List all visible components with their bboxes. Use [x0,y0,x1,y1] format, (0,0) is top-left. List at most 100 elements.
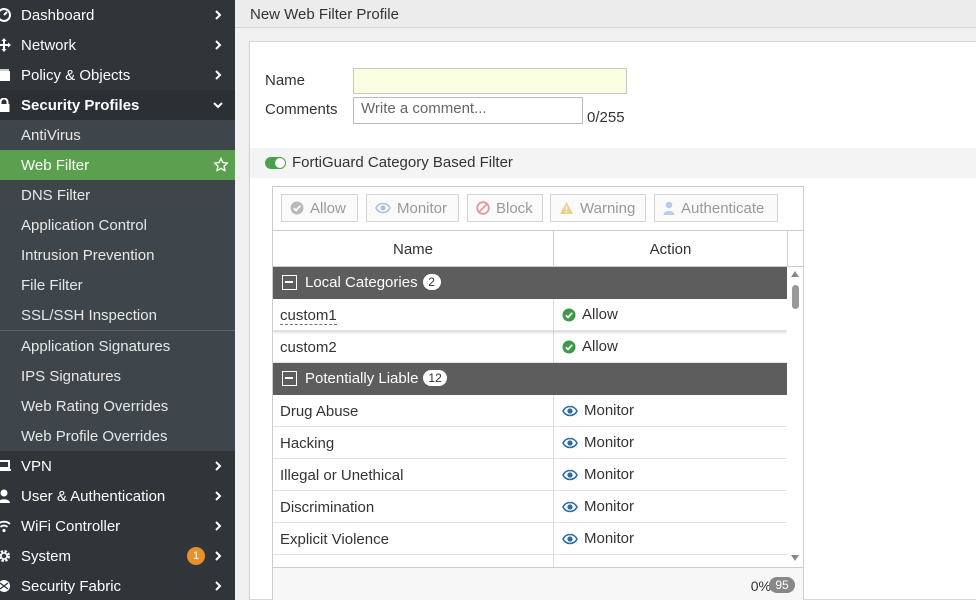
category-name: Explicit Violence [280,531,389,548]
chevron-right-icon [215,70,222,80]
chevron-right-icon [215,10,222,20]
column-divider [553,459,554,491]
column-divider [553,427,554,459]
toggle-knob [275,158,285,168]
chevron-right-icon [215,461,222,471]
category-action-label: Allow [582,306,618,323]
eye-icon [375,202,391,214]
nav-vpn[interactable]: VPN [0,451,235,481]
nav-system[interactable]: System 1 [0,541,235,571]
block-button[interactable]: Block [467,194,543,222]
warning-button[interactable]: Warning [550,194,646,222]
monitor-button-label: Monitor [397,199,448,217]
nav-policy-objects[interactable]: Policy & Objects [0,60,235,90]
check-circle-icon [562,308,576,321]
nav-user-auth-label: User & Authentication [21,487,166,505]
nav-antivirus[interactable]: AntiVirus [0,120,235,150]
category-name: Discrimination [280,499,375,516]
nav-wifi-label: WiFi Controller [21,517,121,535]
eye-icon [562,533,578,544]
nav-security-fabric[interactable]: Security Fabric [0,571,235,600]
nav-dns-filter[interactable]: DNS Filter [0,180,235,210]
comments-char-count: 0/255 [587,109,625,126]
nav-web-rating-overrides[interactable]: Web Rating Overrides [0,391,235,421]
comments-input[interactable] [353,97,583,124]
table-row[interactable]: Illegal or Unethical Monitor [273,459,787,491]
collapse-icon[interactable] [282,371,297,386]
table-row[interactable]: Discrimination Monitor [273,491,787,523]
vertical-scrollbar[interactable] [787,267,803,567]
category-action-label: Monitor [584,498,635,515]
group-row-local-categories[interactable]: Local Categories 2 [273,267,787,299]
lock-icon [0,97,12,113]
nav-application-signatures[interactable]: Application Signatures [0,331,235,361]
nav-intrusion-prevention-label: Intrusion Prevention [21,246,155,264]
collapse-icon[interactable] [282,275,297,290]
total-count-badge: 95 [769,577,795,593]
category-name: custom2 [280,339,337,356]
nav-network-label: Network [21,36,77,54]
category-action-label: Allow [582,338,618,355]
table-body: Local Categories 2 custom1 Allow custom2 … [273,267,787,567]
star-icon[interactable] [213,157,229,173]
category-action-label: Monitor [584,402,635,419]
dashboard-icon [0,7,12,23]
nav-web-profile-overrides[interactable]: Web Profile Overrides [0,421,235,451]
nav-user-authentication[interactable]: User & Authentication [0,481,235,511]
nav-dashboard-label: Dashboard [21,6,95,24]
table-row[interactable]: Explicit Violence Monitor [273,523,787,555]
scrollbar-thumb[interactable] [792,285,799,309]
nav-ips-signatures-label: IPS Signatures [21,367,122,385]
nav-web-filter[interactable]: Web Filter [0,150,235,180]
nav-network[interactable]: Network [0,30,235,60]
allow-button-label: Allow [310,199,346,217]
column-divider [553,395,554,427]
scroll-up-arrow-icon[interactable] [791,271,799,277]
nav-intrusion-prevention[interactable]: Intrusion Prevention [0,240,235,270]
nav-application-control[interactable]: Application Control [0,210,235,240]
table-row[interactable]: custom2 Allow [273,331,787,363]
nav-dashboard[interactable]: Dashboard [0,0,235,30]
nav-security-fabric-label: Security Fabric [21,577,122,595]
fortiguard-filter-toggle[interactable] [265,157,286,169]
column-header-action[interactable]: Action [554,231,788,267]
nav-wifi-controller[interactable]: WiFi Controller [0,511,235,541]
authenticate-button-label: Authenticate [681,199,765,217]
column-divider [553,331,554,363]
table-header: Name Action [273,230,803,267]
user-icon [663,201,675,215]
comments-label: Comments [265,101,338,118]
group-row-potentially-liable[interactable]: Potentially Liable 12 [273,363,787,395]
eye-icon [562,437,578,448]
nav-file-filter-label: File Filter [21,276,83,294]
fabric-icon [0,578,12,594]
nav-ssl-ssh-label: SSL/SSH Inspection [21,306,157,324]
category-action: Allow [562,338,618,355]
nav-security-profiles[interactable]: Security Profiles [0,90,235,120]
eye-icon [562,501,578,512]
chevron-right-icon [215,581,222,591]
group-label-text: Potentially Liable [305,370,419,387]
laptop-icon [0,458,12,474]
category-name: custom1 [280,307,337,325]
name-input[interactable] [353,68,627,94]
user-icon [0,488,12,504]
notification-badge: 1 [187,547,205,565]
nav-ssl-ssh-inspection[interactable]: SSL/SSH Inspection [0,300,235,330]
fortiguard-section-label: FortiGuard Category Based Filter [292,154,513,171]
column-divider [553,299,554,331]
nav-file-filter[interactable]: File Filter [0,270,235,300]
authenticate-button[interactable]: Authenticate [654,194,778,222]
table-row[interactable]: Hacking Monitor [273,427,787,459]
column-header-name[interactable]: Name [273,231,554,267]
nav-policy-label: Policy & Objects [21,66,131,84]
nav-security-profiles-label: Security Profiles [21,96,140,114]
table-row[interactable] [273,555,787,567]
check-circle-icon [562,340,576,353]
monitor-button[interactable]: Monitor [366,194,459,222]
scroll-down-arrow-icon[interactable] [791,555,799,561]
table-row[interactable]: Drug Abuse Monitor [273,395,787,427]
nav-ips-signatures[interactable]: IPS Signatures [0,361,235,391]
table-row[interactable]: custom1 Allow [273,299,787,331]
allow-button[interactable]: Allow [281,194,358,222]
